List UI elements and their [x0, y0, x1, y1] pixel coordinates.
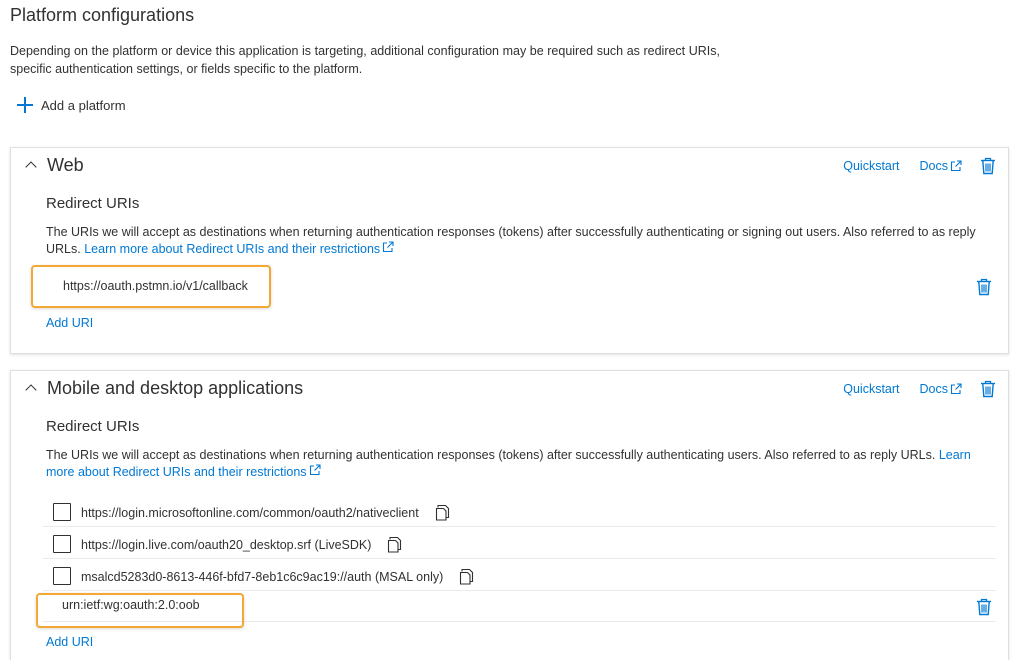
custom-uri-value[interactable]: urn:ietf:wg:oauth:2.0:oob — [62, 598, 200, 612]
mobile-platform-card: Mobile and desktop applications Quicksta… — [10, 370, 1009, 660]
suggested-uri-label: https://login.live.com/oauth20_desktop.s… — [81, 537, 372, 552]
mobile-quickstart-link[interactable]: Quickstart — [843, 382, 899, 396]
add-platform-label: Add a platform — [41, 97, 126, 113]
suggested-uri-row: https://login.live.com/oauth20_desktop.s… — [43, 527, 996, 559]
external-link-icon — [950, 160, 962, 172]
web-redirect-desc: The URIs we will accept as destinations … — [46, 224, 991, 258]
mobile-card-header: Mobile and desktop applications Quicksta… — [11, 371, 1008, 407]
suggested-uri-label: msalcd5283d0-8613-446f-bfd7-8eb1c6c9ac19… — [81, 569, 444, 584]
mobile-redirect-desc: The URIs we will accept as destinations … — [46, 447, 991, 481]
copy-icon[interactable] — [387, 536, 403, 553]
web-quickstart-link[interactable]: Quickstart — [843, 159, 899, 173]
custom-uri-row: urn:ietf:wg:oauth:2.0:oob — [43, 592, 996, 622]
web-platform-card: Web Quickstart Docs Redirect URIs The UR… — [10, 147, 1009, 354]
plus-icon — [17, 97, 33, 113]
external-link-icon — [382, 241, 394, 253]
web-add-uri-link[interactable]: Add URI — [46, 316, 93, 330]
web-redirect-title: Redirect URIs — [46, 195, 140, 212]
chevron-up-icon[interactable] — [24, 159, 38, 173]
web-uri-row: https://oauth.pstmn.io/v1/callback — [33, 272, 996, 304]
trash-icon[interactable] — [980, 380, 996, 398]
add-platform-button[interactable]: Add a platform — [17, 94, 126, 116]
mobile-redirect-title: Redirect URIs — [46, 418, 140, 435]
suggested-uri-label-wrap: https://login.live.com/oauth20_desktop.s… — [81, 536, 403, 553]
web-learn-more-link[interactable]: Learn more about Redirect URIs and their… — [84, 242, 394, 256]
mobile-add-uri-link[interactable]: Add URI — [46, 635, 93, 649]
suggested-uri-label-wrap: https://login.microsoftonline.com/common… — [81, 504, 451, 521]
chevron-up-icon[interactable] — [24, 382, 38, 396]
web-card-title: Web — [47, 155, 84, 175]
mobile-card-title: Mobile and desktop applications — [47, 378, 304, 398]
web-docs-label: Docs — [919, 159, 948, 173]
web-uri-value[interactable]: https://oauth.pstmn.io/v1/callback — [63, 279, 248, 293]
page-title: Platform configurations — [10, 5, 195, 25]
suggested-uri-checkbox[interactable] — [53, 535, 71, 553]
web-learn-more-label: Learn more about Redirect URIs and their… — [84, 242, 381, 256]
trash-icon[interactable] — [976, 278, 992, 296]
intro-text: Depending on the platform or device this… — [10, 44, 720, 76]
suggested-uri-checkbox[interactable] — [53, 567, 71, 585]
copy-icon[interactable] — [435, 504, 451, 521]
mobile-redirect-desc-text: The URIs we will accept as destinations … — [46, 448, 936, 462]
suggested-uri-checkbox[interactable] — [53, 503, 71, 521]
suggested-uri-row: msalcd5283d0-8613-446f-bfd7-8eb1c6c9ac19… — [43, 559, 996, 591]
suggested-uri-row: https://login.microsoftonline.com/common… — [43, 495, 996, 527]
external-link-icon — [309, 464, 321, 476]
web-card-header: Web Quickstart Docs — [11, 148, 1008, 184]
web-docs-link[interactable]: Docs — [920, 159, 962, 173]
external-link-icon — [950, 383, 962, 395]
suggested-uri-label-wrap: msalcd5283d0-8613-446f-bfd7-8eb1c6c9ac19… — [81, 568, 475, 585]
suggested-uri-label: https://login.microsoftonline.com/common… — [81, 505, 419, 520]
trash-icon[interactable] — [980, 157, 996, 175]
mobile-docs-label: Docs — [919, 382, 948, 396]
mobile-docs-link[interactable]: Docs — [920, 382, 962, 396]
copy-icon[interactable] — [459, 568, 475, 585]
trash-icon[interactable] — [976, 598, 992, 616]
